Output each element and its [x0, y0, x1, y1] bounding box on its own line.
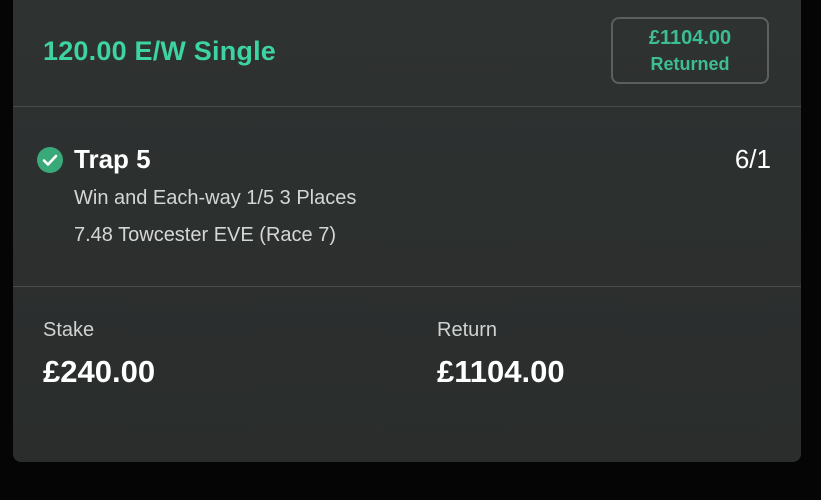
- selection-row: Trap 5 6/1 Win and Each-way 1/5 3 Places…: [13, 107, 801, 287]
- returned-badge: £1104.00 Returned: [611, 17, 769, 84]
- market-description: Win and Each-way 1/5 3 Places: [74, 187, 357, 209]
- selection-odds: 6/1: [734, 144, 771, 174]
- returned-amount: £1104.00: [648, 27, 732, 49]
- return-value: £1104.00: [437, 354, 565, 389]
- return-block: Return £1104.00: [437, 319, 565, 390]
- bet-summary: Stake £240.00 Return £1104.00: [13, 287, 801, 462]
- returned-label: Returned: [650, 54, 730, 74]
- stake-value: £240.00: [43, 354, 156, 389]
- check-circle-icon: [37, 147, 63, 173]
- bet-card: 120.00 E/W Single £1104.00 Returned Trap…: [13, 0, 801, 462]
- bet-header: 120.00 E/W Single £1104.00 Returned: [13, 0, 801, 107]
- stake-label: Stake: [43, 319, 95, 341]
- event-name: 7.48 Towcester EVE (Race 7): [74, 224, 336, 246]
- runner-name: Trap 5: [74, 144, 151, 174]
- return-label: Return: [437, 319, 498, 341]
- bet-title: 120.00 E/W Single: [43, 36, 276, 66]
- stake-block: Stake £240.00: [43, 319, 155, 390]
